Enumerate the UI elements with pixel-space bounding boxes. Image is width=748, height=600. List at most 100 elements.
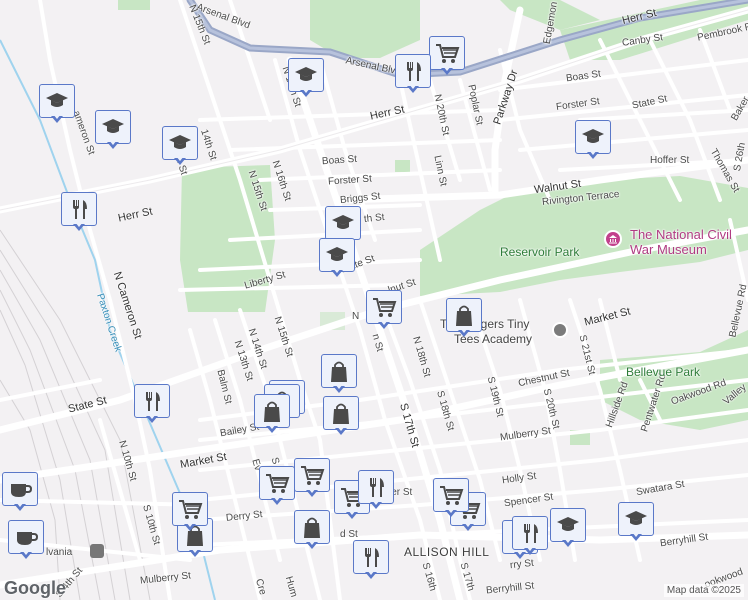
cart-icon (440, 486, 464, 505)
map-attribution[interactable]: Map data ©2025 (663, 584, 744, 597)
pin-tip (365, 570, 377, 579)
restaurant-icon (524, 524, 538, 543)
map-pin-coffee[interactable] (8, 520, 44, 560)
map-pin-school[interactable] (95, 110, 131, 150)
map-pin-school[interactable] (618, 502, 654, 542)
map-pin-restaurant[interactable] (358, 470, 394, 510)
google-logo: Google (4, 578, 66, 598)
pin-body[interactable] (95, 110, 131, 144)
pin-body[interactable] (134, 384, 170, 418)
cart-icon (179, 500, 203, 519)
pin-tip (174, 156, 186, 165)
train-station-icon[interactable] (90, 544, 104, 558)
map-pin-cart[interactable] (429, 36, 465, 76)
pin-tip (445, 508, 457, 517)
pin-body[interactable] (61, 192, 97, 226)
pin-body[interactable] (8, 520, 44, 554)
pin-body[interactable] (39, 84, 75, 118)
pin-body[interactable] (172, 492, 208, 526)
school-icon (46, 93, 68, 107)
map-pin-shopping-bag[interactable] (254, 394, 290, 434)
pin-body[interactable] (162, 126, 198, 160)
pin-body[interactable] (433, 478, 469, 512)
place-label-allison-hill: ALLISON HILL (404, 545, 490, 559)
pin-tip (146, 414, 158, 423)
map-pin-school[interactable] (550, 508, 586, 548)
pin-body[interactable] (366, 290, 402, 324)
pin-body[interactable] (512, 516, 548, 550)
map-pin-cart[interactable] (172, 492, 208, 532)
pin-body[interactable] (446, 298, 482, 332)
map-pin-cart[interactable] (294, 458, 330, 498)
pin-tip (562, 538, 574, 547)
map-pin-cart[interactable] (366, 290, 402, 330)
pin-body[interactable] (325, 206, 361, 240)
pin-body[interactable] (294, 510, 330, 544)
pin-body[interactable] (319, 238, 355, 272)
map-pin-restaurant[interactable] (61, 192, 97, 232)
school-icon (169, 135, 191, 149)
pin-body[interactable] (429, 36, 465, 70)
pin-body[interactable] (288, 58, 324, 92)
pin-tip (458, 328, 470, 337)
map-pin-shopping-bag[interactable] (323, 396, 359, 436)
shopping-bag-icon (333, 403, 349, 424)
map-pin-restaurant[interactable] (353, 540, 389, 580)
place-label-museum[interactable]: The National Civil (630, 228, 732, 241)
pin-body[interactable] (353, 540, 389, 574)
map-pin-school[interactable] (162, 126, 198, 166)
pin-tip (331, 268, 343, 277)
pin-tip (306, 488, 318, 497)
school-icon (582, 129, 604, 143)
pin-tip (14, 502, 26, 511)
pin-body[interactable] (259, 466, 295, 500)
map-pin-school[interactable] (39, 84, 75, 124)
pin-body[interactable] (294, 458, 330, 492)
map-pin-restaurant[interactable] (395, 54, 431, 94)
map-canvas[interactable]: Arsenal Blvd Arsenal Blvd Herr St Herr S… (0, 0, 748, 600)
pin-tip (335, 426, 347, 435)
place-label-museum[interactable]: War Museum (630, 243, 707, 256)
pin-tip (189, 548, 201, 557)
restaurant-icon (370, 478, 384, 497)
place-label-bellevue-park: Bellevue Park (626, 365, 701, 379)
pin-body[interactable] (358, 470, 394, 504)
pin-body[interactable] (254, 394, 290, 428)
map-pin-restaurant[interactable] (512, 516, 548, 556)
restaurant-icon (407, 62, 421, 81)
map-pin-shopping-bag[interactable] (321, 354, 357, 394)
pin-body[interactable] (618, 502, 654, 536)
pin-tip (370, 500, 382, 509)
pin-tip (20, 550, 32, 559)
pin-body[interactable] (550, 508, 586, 542)
map-pin-restaurant[interactable] (134, 384, 170, 424)
map-pin-shopping-bag[interactable] (446, 298, 482, 338)
cart-icon (266, 474, 290, 493)
school-icon (557, 517, 579, 531)
map-pin-shopping-bag[interactable] (294, 510, 330, 550)
coffee-icon (11, 484, 33, 497)
map-pin-school[interactable] (288, 58, 324, 98)
map-pin-cart[interactable] (259, 466, 295, 506)
place-pin[interactable] (552, 322, 568, 338)
pin-tip (587, 150, 599, 159)
pin-tip (184, 522, 196, 531)
pin-body[interactable] (321, 354, 357, 388)
museum-icon[interactable] (604, 230, 622, 248)
pin-tip (271, 496, 283, 505)
map-pin-cart[interactable] (433, 478, 469, 518)
pin-tip (378, 320, 390, 329)
pin-body[interactable] (395, 54, 431, 88)
pin-tip (407, 84, 419, 93)
restaurant-icon (146, 392, 160, 411)
map-pin-school[interactable] (575, 120, 611, 160)
map-pin-coffee[interactable] (2, 472, 38, 512)
shopping-bag-icon (264, 401, 280, 422)
pin-body[interactable] (2, 472, 38, 506)
pin-body[interactable] (323, 396, 359, 430)
pin-body[interactable] (575, 120, 611, 154)
street-label: N (352, 311, 360, 322)
pin-tip (51, 114, 63, 123)
street-label: d St (340, 529, 358, 540)
map-pin-school[interactable] (319, 238, 355, 278)
